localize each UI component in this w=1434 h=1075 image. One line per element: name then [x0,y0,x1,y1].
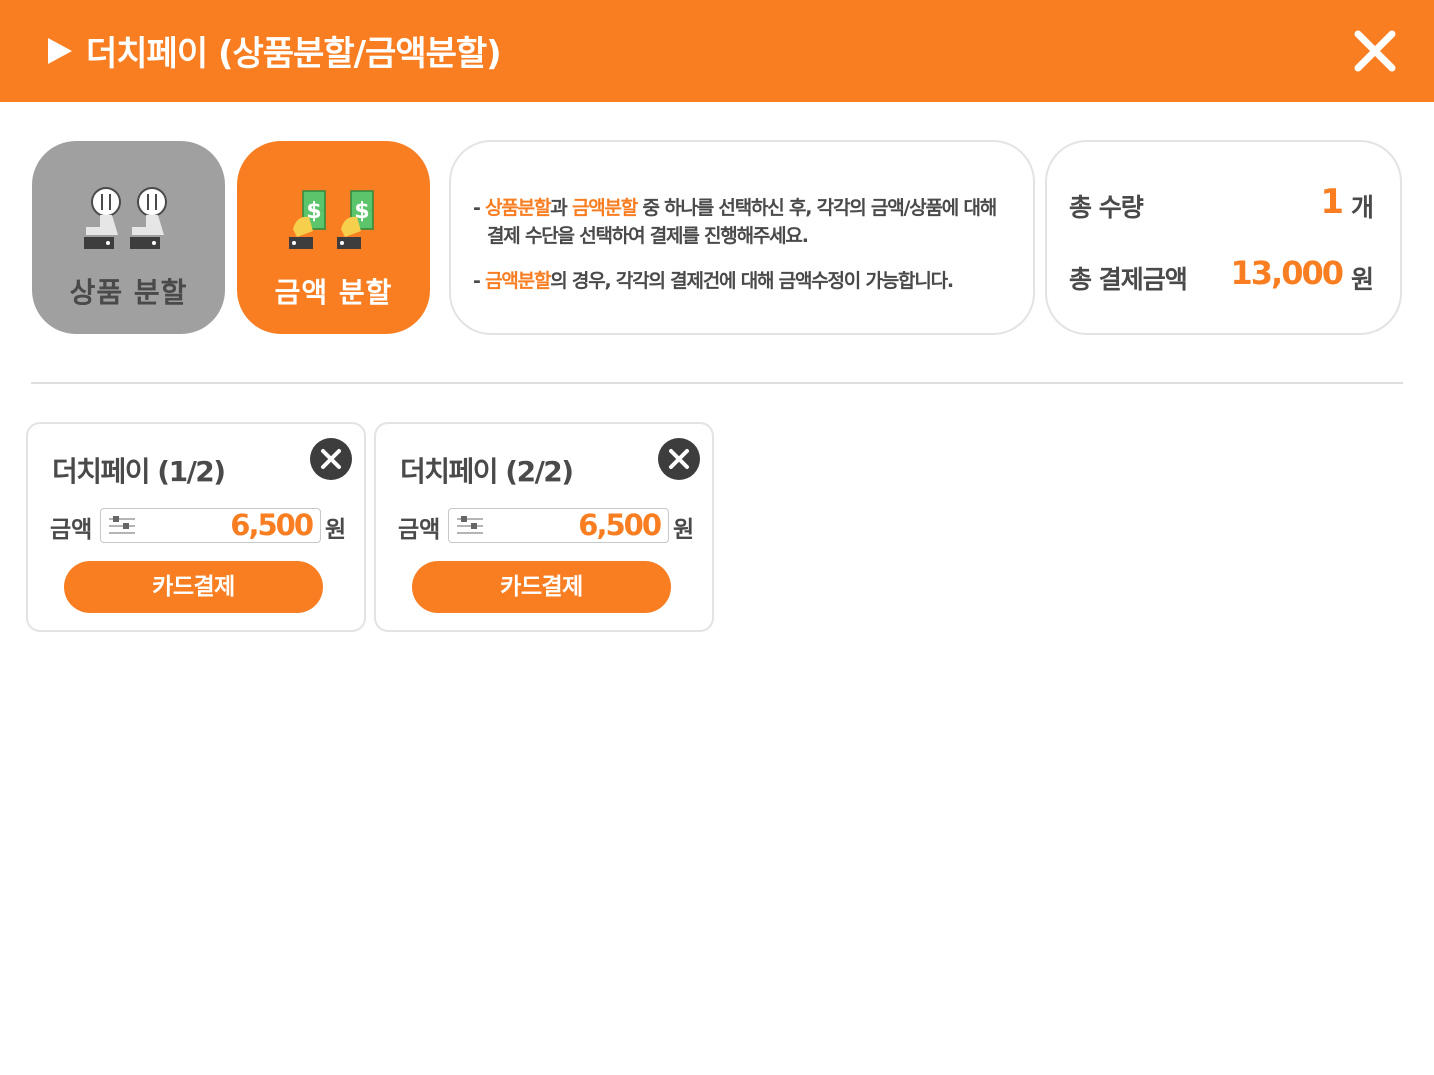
card-payment-button[interactable]: 카드결제 [64,561,323,613]
close-icon[interactable] [1352,28,1398,74]
amount-label: 금액 [50,517,93,543]
amount-value: 6,500 [578,508,662,542]
total-quantity-unit: 개 [1351,193,1375,222]
split-card-2: 더치페이 (2/2) 금액 6,500 원 카드결제 [374,422,714,632]
instruction-text: 의 경우, 각각의 결제건에 대해 금액수정이 가능합니다. [550,270,954,292]
amount-split-label: 금액 분할 [274,276,393,309]
bullet-dash: - [473,270,486,292]
instruction-line-2: 결제 수단을 선택하여 결제를 진행해주세요. [487,225,809,247]
product-split-label: 상품 분할 [69,276,188,309]
highlight-product-split: 상품분할 [485,197,551,219]
highlight-amount-split: 금액분할 [485,270,551,292]
total-amount-unit: 원 [1351,265,1375,294]
split-title: 더치페이 (2/2) [400,455,574,488]
card-payment-button[interactable]: 카드결제 [412,561,671,613]
amount-value: 6,500 [230,508,314,542]
instruction-line-3: - 금액분할의 경우, 각각의 결제건에 대해 금액수정이 가능합니다. [473,266,954,293]
instruction-text: 과 [550,197,572,219]
total-amount-label: 총 결제금액 [1069,265,1188,294]
instruction-text: 중 하나를 선택하신 후, 각각의 금액/상품에 대해 [637,197,997,219]
header-bar: 더치페이 (상품분할/금액분할) [0,0,1434,102]
product-split-button[interactable]: 상품 분할 [32,141,225,334]
section-divider [31,382,1403,384]
slider-adjust-icon[interactable] [107,514,135,538]
amount-unit: 원 [325,517,347,543]
remove-split-icon[interactable] [309,437,353,481]
summary-box: 총 수량 1 개 총 결제금액 13,000 원 [1045,140,1402,335]
total-amount-value: 13,000 [1230,254,1344,292]
remove-split-icon[interactable] [657,437,701,481]
play-icon [48,38,72,64]
total-quantity-value: 1 [1320,182,1344,222]
amount-input[interactable]: 6,500 [100,508,321,543]
split-card-1: 더치페이 (1/2) 금액 6,500 원 카드결제 [26,422,366,632]
slider-adjust-icon[interactable] [455,514,483,538]
money-hand-icon: $ $ [289,190,374,249]
amount-split-button[interactable]: $ $ 금액 분할 [237,141,430,334]
product-split-icon [84,187,167,249]
instruction-box: - 상품분할과 금액분할 중 하나를 선택하신 후, 각각의 금액/상품에 대해… [449,140,1035,335]
instruction-line-1: - 상품분할과 금액분할 중 하나를 선택하신 후, 각각의 금액/상품에 대해 [473,193,997,220]
amount-input[interactable]: 6,500 [448,508,669,543]
highlight-amount-split: 금액분할 [571,197,638,219]
total-quantity-label: 총 수량 [1069,193,1144,222]
bullet-dash: - [473,197,486,219]
amount-label: 금액 [398,517,441,543]
amount-unit: 원 [673,517,695,543]
page-title: 더치페이 (상품분할/금액분할) [86,34,502,74]
split-title: 더치페이 (1/2) [52,455,226,488]
